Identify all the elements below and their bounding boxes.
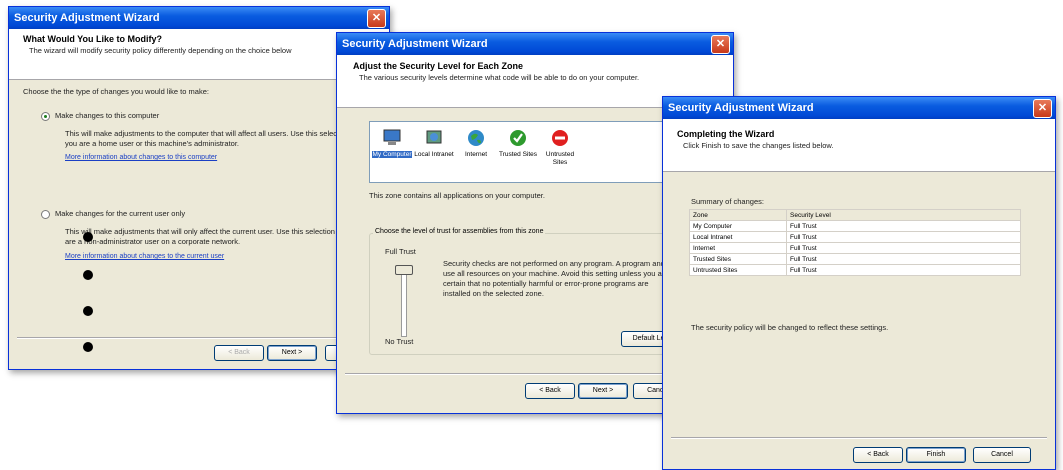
close-button[interactable]: ✕	[711, 35, 730, 54]
computer-icon	[382, 128, 402, 148]
page-subtitle: The various security levels determine wh…	[359, 73, 640, 82]
back-button[interactable]: < Back	[853, 447, 903, 463]
prompt-text: Choose the the type of changes you would…	[23, 87, 209, 96]
page-heading: What Would You Like to Modify?	[23, 34, 162, 44]
col-zone-header: Zone	[689, 209, 787, 221]
finish-button[interactable]: Finish	[906, 447, 966, 463]
window-title: Security Adjustment Wizard	[14, 12, 160, 24]
group-title: Choose the level of trust for assemblies…	[373, 228, 546, 235]
trusted-check-icon	[508, 128, 528, 148]
back-button[interactable]: < Back	[214, 345, 264, 361]
bullet-marker	[83, 306, 93, 316]
page-heading: Completing the Wizard	[677, 129, 775, 139]
page-heading: Adjust the Security Level for Each Zone	[353, 61, 524, 71]
zone-my-computer[interactable]: My Computer	[372, 128, 412, 159]
zone-local-intranet[interactable]: Local Intranet	[414, 128, 454, 159]
table-row: Internet Full Trust	[689, 242, 1021, 254]
level-cell: Full Trust	[786, 242, 1021, 254]
level-cell: Full Trust	[786, 220, 1021, 232]
wizard-header: What Would You Like to Modify? The wizar…	[9, 29, 389, 80]
zone-cell: Trusted Sites	[689, 253, 787, 265]
level-description: Security checks are not performed on any…	[443, 259, 669, 298]
option2-label[interactable]: Make changes for the current user only	[55, 209, 185, 219]
full-trust-label: Full Trust	[385, 247, 416, 256]
table-row: Local Intranet Full Trust	[689, 231, 1021, 243]
table-row: My Computer Full Trust	[689, 220, 1021, 232]
bullet-marker	[83, 232, 93, 242]
intranet-icon	[424, 128, 444, 148]
wizard-window-complete: Security Adjustment Wizard ✕ Completing …	[662, 96, 1056, 470]
zone-label: Untrusted Sites	[545, 151, 575, 166]
table-header-row: Zone Security Level	[689, 209, 1021, 221]
next-button[interactable]: Next >	[578, 383, 628, 399]
globe-icon	[466, 128, 486, 148]
level-cell: Full Trust	[786, 231, 1021, 243]
zone-cell: Untrusted Sites	[689, 264, 787, 276]
summary-note: The security policy will be changed to r…	[691, 323, 889, 332]
no-trust-label: No Trust	[385, 337, 414, 346]
zone-label: Local Intranet	[414, 151, 454, 158]
wizard-window-modify: Security Adjustment Wizard ✕ What Would …	[8, 6, 390, 370]
level-cell: Full Trust	[786, 253, 1021, 265]
title-bar[interactable]: Security Adjustment Wizard ✕	[337, 33, 733, 55]
summary-title: Summary of changes:	[691, 197, 764, 206]
zone-internet[interactable]: Internet	[456, 128, 496, 159]
zone-cell: Internet	[689, 242, 787, 254]
page-subtitle: Click Finish to save the changes listed …	[683, 141, 834, 150]
col-level-header: Security Level	[786, 209, 1021, 221]
option1-label[interactable]: Make changes to this computer	[55, 111, 159, 121]
trust-slider-track[interactable]	[401, 265, 407, 337]
window-title: Security Adjustment Wizard	[668, 102, 814, 114]
page-subtitle: The wizard will modify security policy d…	[29, 46, 292, 55]
radio-this-computer[interactable]	[41, 112, 50, 121]
title-bar[interactable]: Security Adjustment Wizard ✕	[9, 7, 389, 29]
option1-info-link[interactable]: More information about changes to this c…	[65, 154, 217, 161]
zone-label: Trusted Sites	[498, 151, 538, 158]
divider	[671, 437, 1047, 439]
zone-label: Internet	[464, 151, 488, 158]
bullet-marker	[83, 342, 93, 352]
untrusted-stop-icon	[550, 128, 570, 148]
window-title: Security Adjustment Wizard	[342, 38, 488, 50]
option2-info-link[interactable]: More information about changes to the cu…	[65, 253, 224, 260]
table-row: Trusted Sites Full Trust	[689, 253, 1021, 265]
table-row: Untrusted Sites Full Trust	[689, 264, 1021, 276]
level-cell: Full Trust	[786, 264, 1021, 276]
close-button[interactable]: ✕	[1033, 99, 1052, 118]
zone-label: My Computer	[372, 151, 412, 158]
cancel-button[interactable]: Cancel	[973, 447, 1031, 463]
wizard-header: Completing the Wizard Click Finish to sa…	[663, 119, 1055, 172]
option2-desc: This will make adjustments that will onl…	[65, 227, 355, 246]
back-button[interactable]: < Back	[525, 383, 575, 399]
option1-desc: This will make adjustments to the comput…	[65, 129, 355, 148]
close-button[interactable]: ✕	[367, 9, 386, 28]
divider	[17, 337, 381, 339]
zone-cell: My Computer	[689, 220, 787, 232]
summary-table: Zone Security Level My Computer Full Trus…	[689, 209, 1021, 276]
zone-cell: Local Intranet	[689, 231, 787, 243]
title-bar[interactable]: Security Adjustment Wizard ✕	[663, 97, 1055, 119]
next-button[interactable]: Next >	[267, 345, 317, 361]
zone-trusted-sites[interactable]: Trusted Sites	[498, 128, 538, 159]
trust-slider-thumb[interactable]	[395, 265, 413, 275]
zone-description: This zone contains all applications on y…	[369, 191, 545, 200]
zone-untrusted-sites[interactable]: Untrusted Sites	[540, 128, 580, 167]
bullet-marker	[83, 270, 93, 280]
radio-current-user[interactable]	[41, 210, 50, 219]
zone-list[interactable]: My Computer Local Intranet Internet Trus…	[369, 121, 683, 183]
